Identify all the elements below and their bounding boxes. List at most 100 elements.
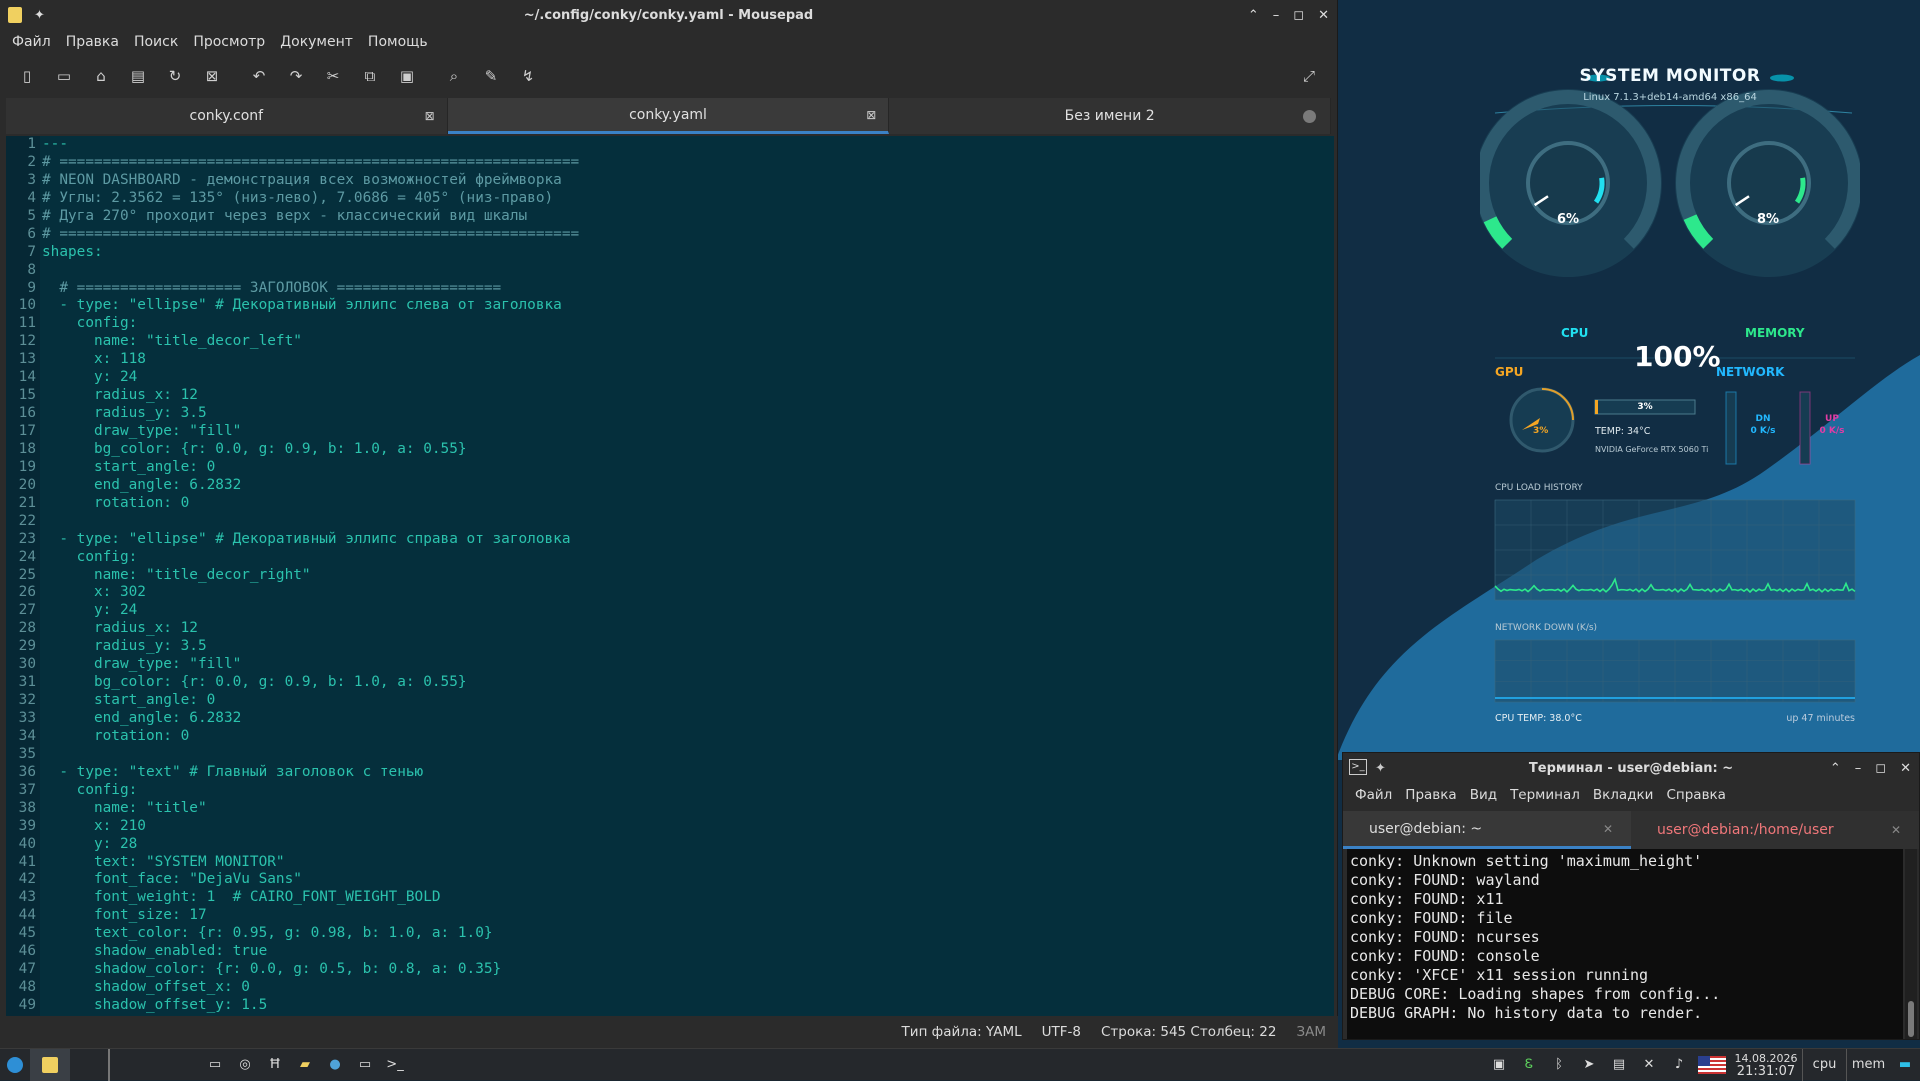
editor-titlebar[interactable]: ✦ ~/.config/conky/conky.yaml - Mousepad … xyxy=(0,0,1337,30)
menu-document[interactable]: Документ xyxy=(280,34,353,50)
code-line[interactable]: 25 name: "title_decor_right" xyxy=(6,567,1334,585)
menu-help[interactable]: Справка xyxy=(1666,787,1725,803)
code-line[interactable]: 37 config: xyxy=(6,782,1334,800)
code-line[interactable]: 41 text: "SYSTEM MONITOR" xyxy=(6,854,1334,872)
clipboard-icon[interactable]: ▤ xyxy=(1604,1049,1634,1081)
code-line[interactable]: 26 x: 302 xyxy=(6,584,1334,602)
code-line[interactable]: 27 y: 24 xyxy=(6,602,1334,620)
code-line[interactable]: 20 end_angle: 6.2832 xyxy=(6,477,1334,495)
code-line[interactable]: 7 shapes: xyxy=(6,244,1334,262)
volume-muted-icon[interactable]: ✕ xyxy=(1634,1049,1664,1081)
telegram-tray-icon[interactable]: ➤ xyxy=(1574,1049,1604,1081)
redo-icon[interactable]: ↷ xyxy=(283,63,309,89)
menu-edit[interactable]: Правка xyxy=(1405,787,1456,803)
fullscreen-icon[interactable]: ⤢ xyxy=(1296,63,1322,89)
lock-icon[interactable]: ⌂ xyxy=(88,63,114,89)
find-icon[interactable]: ⌕ xyxy=(441,63,467,89)
tab-untitled-2[interactable]: Без имени 2 xyxy=(889,98,1332,134)
code-line[interactable]: 33 end_angle: 6.2832 xyxy=(6,710,1334,728)
cpu-monitor[interactable]: cpu xyxy=(1802,1048,1846,1081)
terminal-titlebar[interactable]: >_ ✦ Терминал - user@debian: ~ ⌃ – ◻ ✕ xyxy=(1343,753,1919,783)
code-line[interactable]: 13 x: 118 xyxy=(6,351,1334,369)
whisker-menu-icon[interactable] xyxy=(0,1049,30,1081)
cut-icon[interactable]: ✂ xyxy=(320,63,346,89)
folder-icon[interactable]: ▭ xyxy=(350,1049,380,1081)
mem-monitor[interactable]: mem xyxy=(1846,1048,1890,1081)
close-tab-icon[interactable]: ⊠ xyxy=(425,109,435,123)
code-line[interactable]: 47 shadow_color: {r: 0.0, g: 0.5, b: 0.8… xyxy=(6,961,1334,979)
close-tab-icon[interactable]: ✕ xyxy=(1603,822,1613,836)
close-button[interactable]: ✕ xyxy=(1900,761,1911,776)
taskbar-terminal-window[interactable] xyxy=(70,1048,110,1081)
close-document-icon[interactable]: ⊠ xyxy=(199,63,225,89)
code-line[interactable]: 6 # =====================================… xyxy=(6,226,1334,244)
terminal-tab-user[interactable]: user@debian:/home/user ✕ xyxy=(1631,811,1919,849)
maximize-button[interactable]: ◻ xyxy=(1293,8,1304,23)
code-line[interactable]: 12 name: "title_decor_left" xyxy=(6,333,1334,351)
maximize-up-icon[interactable]: ⌃ xyxy=(1248,8,1259,23)
mousepad-launcher-icon[interactable]: ▰ xyxy=(290,1049,320,1081)
menu-tabs[interactable]: Вкладки xyxy=(1593,787,1654,803)
code-line[interactable]: 9 # =================== ЗАГОЛОВОК ======… xyxy=(6,280,1334,298)
reload-icon[interactable]: ↻ xyxy=(162,63,188,89)
settings-icon[interactable]: ◎ xyxy=(230,1049,260,1081)
undo-icon[interactable]: ↶ xyxy=(246,63,272,89)
code-line[interactable]: 34 rotation: 0 xyxy=(6,728,1334,746)
code-line[interactable]: 24 config: xyxy=(6,549,1334,567)
notifications-icon[interactable]: ♪ xyxy=(1664,1049,1694,1081)
code-line[interactable]: 35 xyxy=(6,746,1334,764)
tab-conky-conf[interactable]: conky.conf ⊠ xyxy=(6,98,448,134)
goto-icon[interactable]: ↯ xyxy=(515,63,541,89)
minimize-button[interactable]: – xyxy=(1273,8,1280,23)
code-line[interactable]: 14 y: 24 xyxy=(6,369,1334,387)
code-line[interactable]: 36 - type: "text" # Главный заголовок с … xyxy=(6,764,1334,782)
code-line[interactable]: 16 radius_y: 3.5 xyxy=(6,405,1334,423)
menu-help[interactable]: Помощь xyxy=(368,34,428,50)
code-line[interactable]: 45 text_color: {r: 0.95, g: 0.98, b: 1.0… xyxy=(6,925,1334,943)
code-line[interactable]: 19 start_angle: 0 xyxy=(6,459,1334,477)
code-line[interactable]: 44 font_size: 17 xyxy=(6,907,1334,925)
code-line[interactable]: 4 # Углы: 2.3562 = 135° (низ-лево), 7.068… xyxy=(6,190,1334,208)
display-icon[interactable]: ▣ xyxy=(1484,1049,1514,1081)
code-line[interactable]: 11 config: xyxy=(6,315,1334,333)
maximize-up-icon[interactable]: ⌃ xyxy=(1830,761,1841,776)
menu-view[interactable]: Вид xyxy=(1470,787,1497,803)
status-encoding[interactable]: UTF-8 xyxy=(1042,1024,1081,1040)
code-line[interactable]: 39 x: 210 xyxy=(6,818,1334,836)
tab-conky-yaml[interactable]: conky.yaml ⊠ xyxy=(447,98,890,134)
menu-terminal[interactable]: Терминал xyxy=(1510,787,1580,803)
code-line[interactable]: 42 font_face: "DejaVu Sans" xyxy=(6,871,1334,889)
menu-file[interactable]: Файл xyxy=(1355,787,1392,803)
network-icon[interactable]: Ꮛ xyxy=(1514,1049,1544,1081)
code-line[interactable]: 1 --- xyxy=(6,136,1334,154)
menu-search[interactable]: Поиск xyxy=(134,34,178,50)
code-line[interactable]: 32 start_angle: 0 xyxy=(6,692,1334,710)
keyboard-layout-flag-icon[interactable] xyxy=(1694,1049,1730,1081)
scrollbar-thumb[interactable] xyxy=(1908,1001,1914,1037)
clock[interactable]: 14.08.2026 21:31:07 xyxy=(1730,1049,1802,1081)
status-filetype[interactable]: Тип файла: YAML xyxy=(902,1024,1022,1040)
close-tab-icon[interactable]: ⊠ xyxy=(866,108,876,122)
code-line[interactable]: 28 radius_x: 12 xyxy=(6,620,1334,638)
new-document-icon[interactable]: ▯ xyxy=(14,63,40,89)
menu-edit[interactable]: Правка xyxy=(66,34,119,50)
code-line[interactable]: 10 - type: "ellipse" # Декоративный элли… xyxy=(6,297,1334,315)
code-line[interactable]: 5 # Дуга 270° проходит через верх - класс… xyxy=(6,208,1334,226)
code-line[interactable]: 48 shadow_offset_x: 0 xyxy=(6,979,1334,997)
code-line[interactable]: 49 shadow_offset_y: 1.5 xyxy=(6,997,1334,1015)
files-icon[interactable]: ▭ xyxy=(200,1049,230,1081)
code-line[interactable]: 18 bg_color: {r: 0.0, g: 0.9, b: 1.0, a:… xyxy=(6,441,1334,459)
code-line[interactable]: 21 rotation: 0 xyxy=(6,495,1334,513)
print-icon[interactable]: ▤ xyxy=(125,63,151,89)
terminal-scrollbar[interactable] xyxy=(1905,849,1917,1039)
code-line[interactable]: 40 y: 28 xyxy=(6,836,1334,854)
paste-icon[interactable]: ▣ xyxy=(394,63,420,89)
menu-file[interactable]: Файл xyxy=(12,34,51,50)
code-line[interactable]: 15 radius_x: 12 xyxy=(6,387,1334,405)
open-icon[interactable]: ▭ xyxy=(51,63,77,89)
code-line[interactable]: 29 radius_y: 3.5 xyxy=(6,638,1334,656)
minimize-button[interactable]: – xyxy=(1855,761,1862,776)
close-button[interactable]: ✕ xyxy=(1318,8,1329,23)
code-line[interactable]: 3 # NEON DASHBOARD - демонстрация всех во… xyxy=(6,172,1334,190)
code-line[interactable]: 38 name: "title" xyxy=(6,800,1334,818)
